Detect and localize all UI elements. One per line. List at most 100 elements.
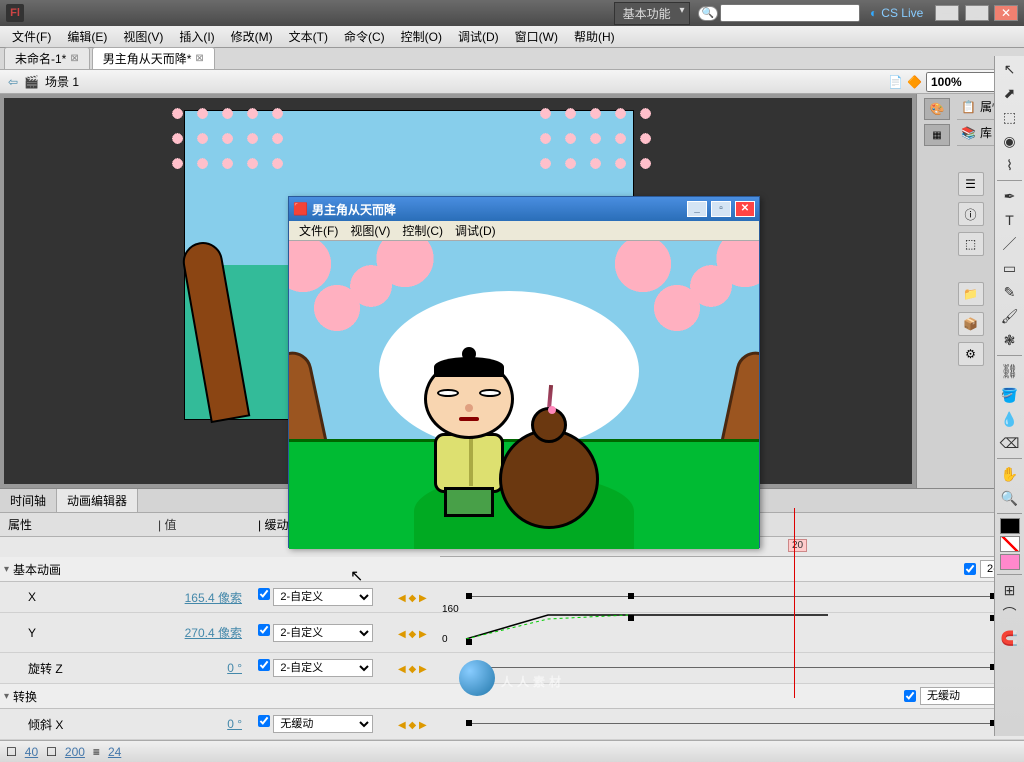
option-magnet[interactable]: 🧲 — [998, 627, 1022, 649]
close-icon[interactable]: ⊠ — [195, 53, 203, 64]
pencil-tool[interactable]: ✎ — [998, 281, 1022, 303]
preview-menu-view[interactable]: 视图(V) — [344, 220, 396, 241]
collapse-icon[interactable]: ▾ — [4, 564, 9, 575]
collapse-icon[interactable]: ▾ — [4, 691, 9, 702]
swatches-panel-icon[interactable]: ▦ — [924, 124, 950, 146]
graph-rz[interactable] — [448, 656, 1016, 680]
group-basic-motion[interactable]: ▾ 基本动画 2- — [0, 557, 1024, 582]
menu-insert[interactable]: 插入(I) — [171, 26, 222, 47]
search-input[interactable] — [720, 4, 860, 22]
fill-color[interactable] — [1000, 536, 1020, 552]
info-panel-icon[interactable]: ⓘ — [958, 202, 984, 226]
text-tool[interactable]: T — [998, 209, 1022, 231]
swap-colors[interactable] — [1000, 554, 1020, 570]
frame-val2[interactable]: 200 — [65, 745, 85, 759]
prop-value[interactable]: 0 ° — [150, 658, 250, 678]
close-button[interactable]: ✕ — [994, 5, 1018, 21]
subselection-tool[interactable]: ⬈ — [998, 82, 1022, 104]
ease-select[interactable]: 2-自定义 — [273, 588, 373, 606]
prop-value[interactable]: 270.4 像索 — [150, 621, 250, 644]
ease-select[interactable]: 无缓动 — [273, 715, 373, 733]
close-icon[interactable]: ⊠ — [70, 53, 78, 64]
menu-text[interactable]: 文本(T) — [281, 26, 336, 47]
preview-minimize[interactable]: _ — [687, 201, 707, 217]
ease-checkbox[interactable] — [258, 588, 270, 600]
prop-value[interactable]: 165.4 像索 — [150, 586, 250, 609]
transform-panel-icon[interactable]: ⬚ — [958, 232, 984, 256]
workspace-switcher[interactable]: 基本功能 — [614, 2, 690, 25]
keyframe-nav[interactable]: ◀ ◆ ▶ — [398, 720, 427, 731]
eraser-tool[interactable]: ⌫ — [998, 432, 1022, 454]
menu-file[interactable]: 文件(F) — [4, 26, 59, 47]
swf-preview-window[interactable]: 🟥 男主角从天而降 _ ▫ ✕ 文件(F) 视图(V) 控制(C) 调试(D) — [288, 196, 760, 548]
frame-grid-icon[interactable]: ☐ — [6, 745, 17, 759]
preview-menu-file[interactable]: 文件(F) — [293, 220, 344, 241]
selection-tool[interactable]: ↖ — [998, 58, 1022, 80]
ease-checkbox[interactable] — [258, 659, 270, 671]
menu-modify[interactable]: 修改(M) — [223, 26, 281, 47]
lasso-tool[interactable]: ⌇ — [998, 154, 1022, 176]
hand-tool[interactable]: ✋ — [998, 463, 1022, 485]
menu-commands[interactable]: 命令(C) — [336, 26, 393, 47]
cslive-link[interactable]: CS Live — [870, 6, 923, 20]
keyframe-nav[interactable]: ◀ ◆ ▶ — [398, 664, 427, 675]
bone-tool[interactable]: ⛓ — [998, 360, 1022, 382]
doc-tab-1[interactable]: 未命名-1*⊠ — [4, 47, 90, 69]
brush-tool[interactable]: 🖌 — [998, 305, 1022, 327]
eyedropper-tool[interactable]: 💧 — [998, 408, 1022, 430]
menu-view[interactable]: 视图(V) — [115, 26, 171, 47]
project-panel-icon[interactable]: 📁 — [958, 282, 984, 306]
group-transform[interactable]: ▾ 转换 无缓动 — [0, 684, 1024, 709]
option-smooth[interactable]: ⌒ — [998, 603, 1022, 625]
frame-val1[interactable]: 40 — [25, 745, 38, 759]
preview-menu-control[interactable]: 控制(C) — [396, 220, 449, 241]
keyframe-nav[interactable]: ◀ ◆ ▶ — [398, 629, 427, 640]
free-transform-tool[interactable]: ⬚ — [998, 106, 1022, 128]
expand-icon[interactable]: ☐ — [46, 745, 57, 759]
rectangle-tool[interactable]: ▭ — [998, 257, 1022, 279]
graph-y[interactable] — [448, 621, 1016, 645]
rows-icon[interactable]: ≡ — [93, 745, 100, 759]
ease-enable-checkbox[interactable] — [904, 690, 916, 702]
align-panel-icon[interactable]: ☰ — [958, 172, 984, 196]
preview-titlebar[interactable]: 🟥 男主角从天而降 _ ▫ ✕ — [289, 197, 759, 221]
edit-symbol-icon[interactable]: 🔶 — [907, 75, 922, 89]
stroke-color[interactable] — [1000, 518, 1020, 534]
option-snap[interactable]: ⊞ — [998, 579, 1022, 601]
deco-tool[interactable]: ❃ — [998, 329, 1022, 351]
doc-tab-2[interactable]: 男主角从天而降*⊠ — [92, 47, 215, 69]
menu-debug[interactable]: 调试(D) — [450, 26, 507, 47]
zoom-tool[interactable]: 🔍 — [998, 487, 1022, 509]
pen-tool[interactable]: ✒ — [998, 185, 1022, 207]
ease-checkbox[interactable] — [258, 624, 270, 636]
playhead-marker[interactable]: 20 — [788, 539, 807, 552]
edit-scene-icon[interactable]: 📄 — [888, 75, 903, 89]
ease-checkbox[interactable] — [258, 715, 270, 727]
paint-bucket-tool[interactable]: 🪣 — [998, 384, 1022, 406]
preview-maximize[interactable]: ▫ — [711, 201, 731, 217]
preview-close[interactable]: ✕ — [735, 201, 755, 217]
ease-select[interactable]: 2-自定义 — [273, 624, 373, 642]
menu-window[interactable]: 窗口(W) — [507, 26, 566, 47]
graph-x[interactable] — [448, 585, 1016, 609]
motion-editor-tab[interactable]: 动画编辑器 — [57, 489, 138, 512]
graph-sx[interactable] — [448, 712, 1016, 736]
menu-help[interactable]: 帮助(H) — [566, 26, 623, 47]
3d-rotation-tool[interactable]: ◉ — [998, 130, 1022, 152]
keyframe-nav[interactable]: ◀ ◆ ▶ — [398, 593, 427, 604]
code-panel-icon[interactable]: 📦 — [958, 312, 984, 336]
minimize-button[interactable]: — — [935, 5, 959, 21]
back-arrow-icon[interactable]: ⇦ — [8, 75, 18, 89]
color-panel-icon[interactable]: 🎨 — [924, 98, 950, 120]
preview-menu-debug[interactable]: 调试(D) — [449, 220, 502, 241]
frame-val3[interactable]: 24 — [108, 745, 121, 759]
maximize-button[interactable]: ▢ — [965, 5, 989, 21]
prop-value[interactable]: 0 ° — [150, 714, 250, 734]
timeline-tab[interactable]: 时间轴 — [0, 489, 57, 512]
ease-select[interactable]: 2-自定义 — [273, 659, 373, 677]
library-panel-tab[interactable]: 📚库 — [961, 124, 992, 141]
menu-edit[interactable]: 编辑(E) — [59, 26, 115, 47]
menu-control[interactable]: 控制(O) — [393, 26, 450, 47]
ease-enable-checkbox[interactable] — [964, 563, 976, 575]
actions-panel-icon[interactable]: ⚙ — [958, 342, 984, 366]
